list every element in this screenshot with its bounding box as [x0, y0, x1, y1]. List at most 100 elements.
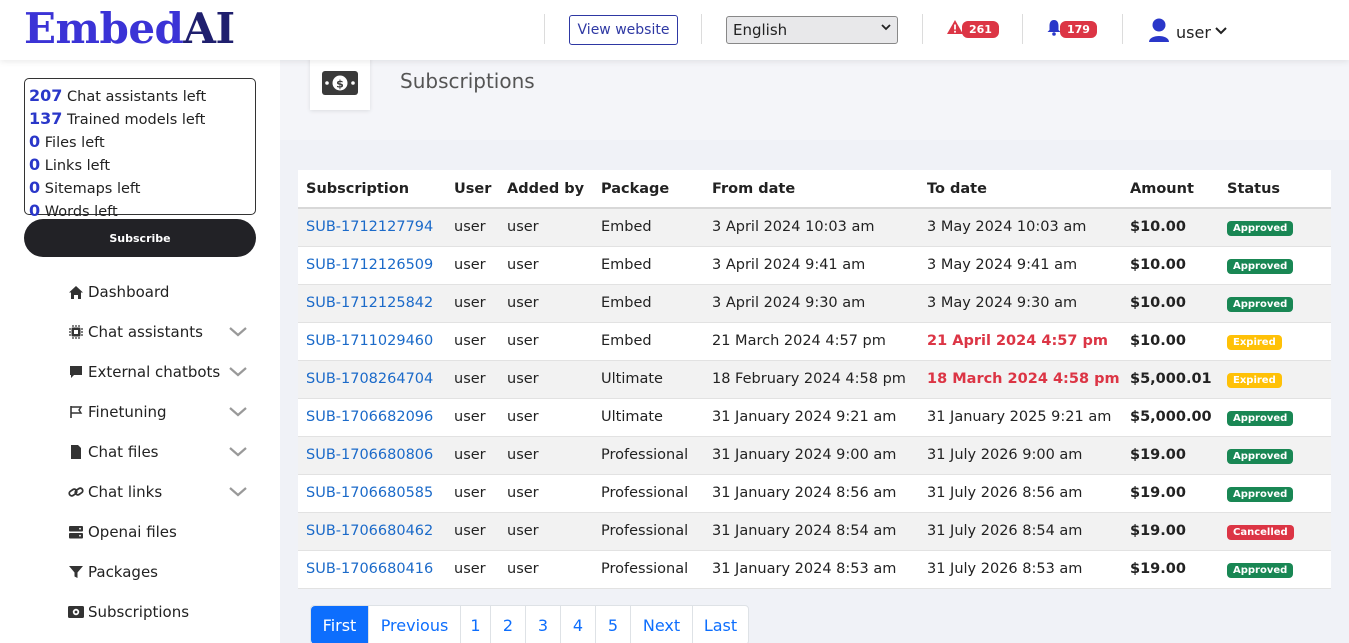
divider	[701, 14, 702, 44]
cell-amount: $10.00	[1122, 322, 1219, 361]
cell-package: Professional	[593, 512, 704, 551]
chevron-down-icon[interactable]	[228, 364, 248, 382]
sidebar: 207 Chat assistants left 137 Trained mod…	[0, 60, 280, 643]
language-select[interactable]: English	[726, 16, 898, 44]
sidebar-item-dashboard[interactable]: Dashboard	[68, 272, 268, 312]
sidebar-item-packages[interactable]: Packages	[68, 552, 268, 592]
sidebar-item-external-chatbots[interactable]: External chatbots	[68, 352, 268, 392]
quota-row: 0 Files left	[29, 131, 251, 154]
page-button-1[interactable]: 1	[461, 606, 491, 643]
cell-added-by: user	[499, 246, 593, 285]
notifications-button[interactable]: 179	[1046, 19, 1097, 40]
cell-user: user	[446, 550, 499, 589]
status-badge: Approved	[1227, 258, 1294, 274]
page-button-3[interactable]: 3	[526, 606, 561, 643]
subscription-link[interactable]: SUB-1711029460	[306, 333, 433, 349]
cell-to-date: 31 July 2026 9:00 am	[919, 436, 1122, 475]
sidebar-item-label: Packages	[88, 563, 158, 581]
user-menu[interactable]: user	[1148, 17, 1227, 47]
chip-icon	[68, 325, 84, 339]
cell-from-date: 31 January 2024 9:21 am	[704, 398, 919, 437]
page-button-4[interactable]: 4	[561, 606, 596, 643]
chevron-down-icon[interactable]	[228, 324, 248, 342]
view-website-button[interactable]: View website	[569, 15, 678, 45]
chevron-down-icon[interactable]	[228, 484, 248, 502]
cell-from-date: 3 April 2024 10:03 am	[704, 208, 919, 247]
column-header: From date	[704, 170, 919, 209]
table-row: SUB-1712126509 user user Embed 3 April 2024 …	[298, 246, 1331, 285]
cell-status: Expired	[1219, 322, 1331, 361]
subscription-link[interactable]: SUB-1706680416	[306, 561, 433, 577]
sidebar-item-chat-links[interactable]: Chat links	[68, 472, 268, 512]
quota-count: 207	[29, 86, 63, 105]
alerts-button[interactable]: 261	[946, 19, 999, 39]
chat-bubble-icon	[68, 365, 84, 379]
page-button-2[interactable]: 2	[491, 606, 526, 643]
subscription-link[interactable]: SUB-1706682096	[306, 409, 433, 425]
chevron-down-icon[interactable]	[228, 444, 248, 462]
sidebar-item-label: Chat links	[88, 483, 163, 501]
cell-added-by: user	[499, 550, 593, 589]
cell-amount: $10.00	[1122, 246, 1219, 285]
quota-label: Sitemaps left	[44, 181, 141, 197]
chevron-down-icon	[881, 22, 891, 35]
cell-to-date: 18 March 2024 4:58 pm	[919, 360, 1122, 399]
sidebar-item-label: External chatbots	[88, 363, 221, 381]
cell-package: Professional	[593, 474, 704, 513]
cell-to-date: 3 May 2024 10:03 am	[919, 208, 1122, 247]
page-header: $ Subscriptions	[280, 56, 1349, 140]
chevron-down-icon[interactable]	[228, 404, 248, 422]
cell-added-by: user	[499, 208, 593, 247]
cell-subscription: SUB-1706680806	[298, 436, 446, 475]
sidebar-item-label: Chat files	[88, 443, 159, 461]
subscription-link[interactable]: SUB-1706680462	[306, 523, 433, 539]
subscription-link[interactable]: SUB-1706680806	[306, 447, 433, 463]
cell-subscription: SUB-1706680416	[298, 550, 446, 589]
table-row: SUB-1712127794 user user Embed 3 April 2024 …	[298, 208, 1331, 247]
status-badge: Approved	[1227, 410, 1294, 426]
user-icon	[1148, 17, 1170, 47]
status-badge: Cancelled	[1227, 524, 1294, 540]
column-header: Status	[1219, 170, 1331, 209]
cell-package: Professional	[593, 436, 704, 475]
sidebar-item-chat-assistants[interactable]: Chat assistants	[68, 312, 268, 352]
table-row: SUB-1706682096 user user Ultimate 31 January…	[298, 398, 1331, 437]
page-button-previous[interactable]: Previous	[369, 606, 461, 643]
page-button-last[interactable]: Last	[693, 606, 748, 643]
file-icon	[68, 445, 84, 459]
cell-from-date: 31 January 2024 9:00 am	[704, 436, 919, 475]
column-header: Amount	[1122, 170, 1219, 209]
subscription-link[interactable]: SUB-1712126509	[306, 257, 433, 273]
page-button-next[interactable]: Next	[631, 606, 693, 643]
subscription-link[interactable]: SUB-1706680585	[306, 485, 433, 501]
sidebar-item-finetuning[interactable]: Finetuning	[68, 392, 268, 432]
subscription-link[interactable]: SUB-1712125842	[306, 295, 433, 311]
cell-added-by: user	[499, 398, 593, 437]
cell-subscription: SUB-1712126509	[298, 246, 446, 285]
quota-count: 137	[29, 109, 63, 128]
cell-subscription: SUB-1711029460	[298, 322, 446, 361]
quota-row: 0 Sitemaps left	[29, 177, 251, 200]
cell-subscription: SUB-1706682096	[298, 398, 446, 437]
logo[interactable]: EmbedAI	[24, 4, 235, 53]
sidebar-item-openai-files[interactable]: Openai files	[68, 512, 268, 552]
quota-row: 0 Links left	[29, 154, 251, 177]
sidebar-item-label: Openai files	[88, 523, 177, 541]
cell-to-date: 31 July 2026 8:56 am	[919, 474, 1122, 513]
cell-user: user	[446, 360, 499, 399]
subscription-link[interactable]: SUB-1712127794	[306, 219, 433, 235]
sidebar-item-chat-files[interactable]: Chat files	[68, 432, 268, 472]
table-row: SUB-1706680462 user user Professional 31 Jan…	[298, 512, 1331, 551]
svg-text:$: $	[336, 78, 344, 91]
server-icon	[68, 525, 84, 539]
sidebar-item-label: Finetuning	[88, 403, 167, 421]
cell-status: Approved	[1219, 284, 1331, 323]
page-button-first[interactable]: First	[311, 606, 369, 643]
cell-amount: $19.00	[1122, 512, 1219, 551]
page-button-5[interactable]: 5	[596, 606, 631, 643]
cell-to-date: 3 May 2024 9:41 am	[919, 246, 1122, 285]
subscription-link[interactable]: SUB-1708264704	[306, 371, 433, 387]
cell-package: Embed	[593, 322, 704, 361]
sidebar-item-subscriptions[interactable]: Subscriptions	[68, 592, 268, 632]
subscribe-button[interactable]: Subscribe	[24, 219, 256, 257]
